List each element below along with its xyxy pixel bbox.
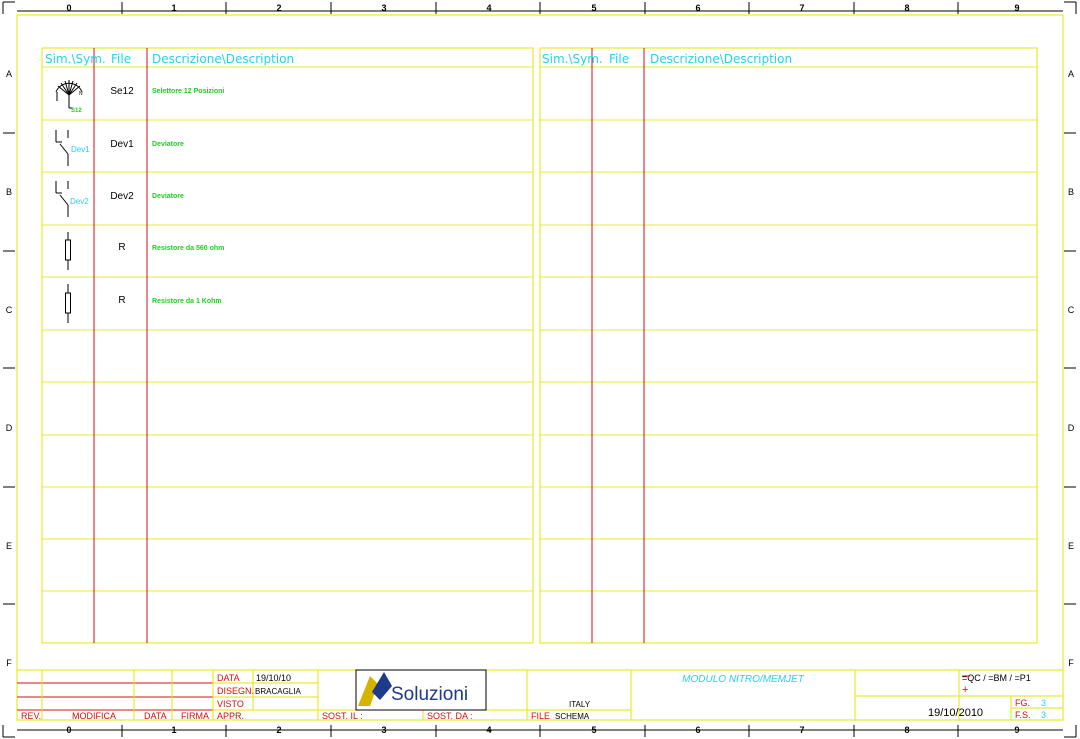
column-number: 7	[799, 3, 804, 13]
appr-label: APPR.	[217, 711, 244, 721]
sym-header: Sim.\Sym.	[542, 52, 603, 66]
column-number: 0	[66, 725, 71, 735]
column-number: 1	[171, 725, 176, 735]
description-cell: Deviatore	[152, 193, 184, 200]
row-letter: A	[1068, 69, 1074, 79]
disegn-value: BRACAGLIA	[255, 687, 301, 696]
sost-il-label: SOST. IL :	[322, 711, 363, 721]
disegn-label: DISEGN.	[217, 686, 254, 696]
reference-code: =QC / =BM / =P1	[962, 673, 1031, 683]
changeover-switch-icon	[55, 130, 69, 166]
file-header: File	[111, 52, 131, 66]
file-cell: Dev1	[110, 139, 134, 150]
column-number: 9	[1014, 3, 1019, 13]
visto-label: VISTO	[217, 699, 244, 709]
description-cell: Resistore da 1 Kohm	[152, 298, 222, 305]
row-letter: E	[6, 541, 12, 551]
column-number: 8	[904, 725, 909, 735]
sym-header: Sim.\Sym.	[45, 52, 106, 66]
file-header: File	[609, 52, 629, 66]
resistor-icon	[65, 232, 71, 270]
column-number: 6	[695, 725, 700, 735]
logo-text: Soluzioni	[391, 684, 468, 705]
column-number: 3	[381, 3, 386, 13]
drawing-sheet: 0 1 2 3 4 5 6 7 8 9 0 1 2 3 4 5 6 7 8 9 …	[0, 0, 1080, 739]
column-number: 5	[591, 3, 596, 13]
changeover-switch-icon	[55, 181, 69, 217]
right-symbol-table: Sim.\Sym. File Descrizione\Description	[539, 47, 1038, 644]
column-number: 2	[276, 725, 281, 735]
description-cell: Selettore 12 Posizioni	[152, 88, 224, 95]
column-number: 2	[276, 3, 281, 13]
left-symbol-table: Sim.\Sym. File Descrizione\Description	[41, 47, 534, 644]
row-letter: C	[6, 305, 13, 315]
column-number: 6	[695, 3, 700, 13]
column-number: 9	[1014, 725, 1019, 735]
project-title: MODULO NITRO/MEMJET	[682, 674, 805, 685]
row-letter: D	[6, 423, 13, 433]
description-header: Descrizione\Description	[650, 52, 792, 66]
fs-label: F.S.	[1015, 710, 1031, 720]
row-letter: B	[6, 187, 12, 197]
selector-12-positions-icon: N	[55, 80, 83, 109]
fg-label: FG.	[1015, 698, 1030, 708]
row-letter: E	[1068, 541, 1074, 551]
column-number: 4	[486, 3, 491, 13]
date-value: 19/10/2010	[928, 707, 983, 719]
title-block: REV. MODIFICA DATA FIRMA DATA 19/10/10 D…	[16, 669, 1064, 721]
firma-label: FIRMA	[181, 711, 209, 721]
fs-value: 3	[1041, 710, 1046, 720]
file-label: FILE	[531, 711, 550, 721]
resistor-icon	[65, 284, 71, 323]
fg-value: 3	[1041, 698, 1046, 708]
file-cell: R	[118, 295, 125, 306]
row-letter: D	[1068, 423, 1075, 433]
file-cell: Dev2	[110, 191, 134, 202]
rev-label: REV.	[21, 711, 41, 721]
column-number: 8	[904, 3, 909, 13]
data-label: DATA	[144, 711, 167, 721]
file-cell: Se12	[110, 86, 134, 97]
sost-da-label: SOST. DA :	[427, 711, 473, 721]
row-letter: F	[1068, 658, 1074, 668]
data-value: 19/10/10	[256, 673, 291, 683]
symbol-label: Dev1	[71, 145, 90, 154]
modifica-label: MODIFICA	[72, 711, 116, 721]
row-letter: F	[6, 658, 12, 668]
svg-text:N: N	[79, 91, 83, 97]
column-number: 3	[381, 725, 386, 735]
country-value: ITALY	[569, 700, 591, 709]
symbol-label: S12	[71, 108, 82, 114]
file-value: SCHEMA	[555, 712, 590, 721]
description-header: Descrizione\Description	[152, 52, 294, 66]
row-letter: C	[1068, 305, 1075, 315]
column-number: 5	[591, 725, 596, 735]
schematic-sheet: 0 1 2 3 4 5 6 7 8 9 0 1 2 3 4 5 6 7 8 9 …	[2, 1, 1077, 738]
column-number: 7	[799, 725, 804, 735]
plus-marker: +	[962, 684, 968, 696]
description-cell: Resistore da 560 ohm	[152, 245, 224, 252]
column-number: 1	[171, 3, 176, 13]
row-letter: B	[1068, 187, 1074, 197]
description-cell: Deviatore	[152, 141, 184, 148]
data-field-label: DATA	[217, 673, 240, 683]
company-logo: Soluzioni	[355, 669, 487, 711]
file-cell: R	[118, 242, 125, 253]
column-number: 4	[486, 725, 491, 735]
symbol-label: Dev2	[70, 197, 89, 206]
row-letter: A	[6, 69, 12, 79]
column-number: 0	[66, 3, 71, 13]
